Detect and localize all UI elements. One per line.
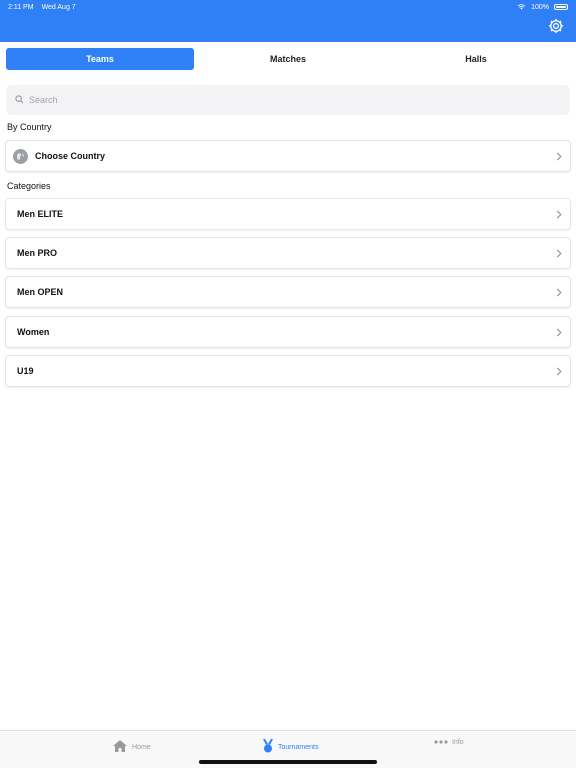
tab-info[interactable]: Info (434, 739, 464, 746)
chevron-right-icon (556, 367, 562, 376)
globe-icon (13, 148, 28, 164)
search-input[interactable] (29, 95, 529, 105)
tab-home-label: Home (132, 743, 151, 751)
segment-matches[interactable]: Matches (194, 48, 382, 70)
category-label: Men ELITE (17, 209, 64, 219)
segment-halls[interactable]: Halls (382, 48, 570, 70)
tab-tournaments[interactable]: Tournaments (262, 739, 318, 755)
chevron-right-icon (556, 249, 562, 258)
category-label: Men PRO (17, 248, 58, 258)
battery-percent: 100% (531, 3, 549, 11)
tab-home[interactable]: Home (112, 739, 151, 755)
battery-icon (554, 4, 568, 10)
category-row-men-pro[interactable]: Men PRO (6, 238, 570, 268)
status-time: 2:11 PM (8, 3, 34, 11)
chevron-right-icon (556, 288, 562, 297)
chevron-right-icon (556, 328, 562, 337)
category-row-u19[interactable]: U19 (6, 356, 570, 386)
category-label: Women (17, 327, 50, 337)
ellipsis-icon (434, 739, 448, 746)
categories-heading: Categories (7, 181, 51, 191)
gear-icon (547, 17, 565, 40)
segment-teams[interactable]: Teams (6, 48, 194, 70)
segmented-control: Teams Matches Halls (6, 48, 570, 70)
category-label: U19 (17, 366, 34, 376)
category-row-men-open[interactable]: Men OPEN (6, 277, 570, 307)
chevron-right-icon (556, 210, 562, 219)
category-label: Men OPEN (17, 287, 64, 297)
category-row-women[interactable]: Women (6, 317, 570, 347)
house-icon (112, 739, 128, 755)
tab-tournaments-label: Tournaments (278, 743, 319, 751)
home-indicator (199, 760, 377, 764)
settings-button[interactable] (546, 18, 566, 38)
category-row-men-elite[interactable]: Men ELITE (6, 199, 570, 229)
medal-icon (262, 739, 274, 755)
wifi-icon (517, 3, 526, 12)
status-bar: 2:11 PM Wed Aug 7 100% (0, 0, 576, 14)
choose-country-label: Choose Country (35, 151, 106, 161)
by-country-heading: By Country (7, 122, 52, 132)
search-icon (15, 91, 24, 109)
status-right: 100% (517, 3, 568, 12)
status-date: Wed Aug 7 (41, 3, 76, 11)
tab-info-label: Info (452, 739, 464, 746)
search-bar[interactable] (6, 85, 570, 115)
navigation-bar: 2:11 PM Wed Aug 7 100% (0, 0, 576, 42)
choose-country-row[interactable]: Choose Country (6, 141, 570, 171)
chevron-right-icon (556, 152, 562, 161)
